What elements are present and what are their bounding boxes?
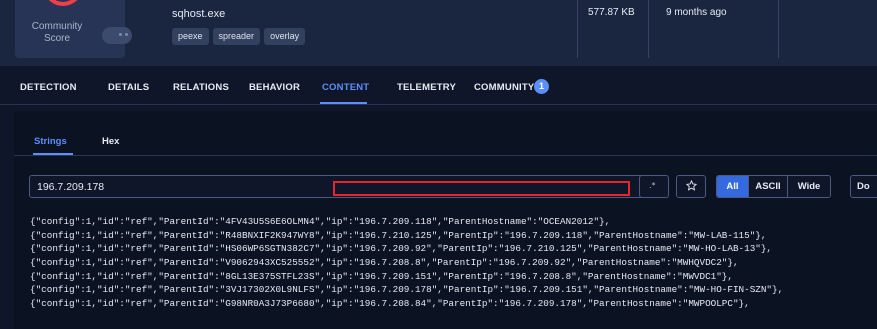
report-tabs: DETECTION DETAILS RELATIONS BEHAVIOR CON… bbox=[0, 74, 877, 104]
tab-detection[interactable]: DETECTION bbox=[20, 82, 77, 93]
subtab-divider bbox=[14, 155, 877, 156]
tabs-divider bbox=[0, 104, 877, 105]
file-name[interactable]: sqhost.exe bbox=[172, 8, 225, 20]
subtab-hex[interactable]: Hex bbox=[102, 136, 119, 147]
file-type-cell bbox=[778, 0, 877, 58]
tag-spreader[interactable]: spreader bbox=[212, 28, 261, 45]
star-icon bbox=[685, 179, 697, 194]
file-size-cell: 577.87 KB bbox=[577, 0, 648, 58]
community-score-card: Community Score bbox=[15, 0, 132, 58]
regex-toggle-button[interactable]: .* bbox=[639, 175, 669, 198]
tab-details[interactable]: DETAILS bbox=[108, 82, 149, 93]
tab-community[interactable]: COMMUNITY bbox=[474, 82, 534, 93]
string-line[interactable]: {"config":1,"id":"ref","ParentId":"4FV43… bbox=[30, 215, 877, 229]
string-line[interactable]: {"config":1,"id":"ref","ParentId":"3VJ17… bbox=[30, 283, 877, 297]
string-line[interactable]: {"config":1,"id":"ref","ParentId":"G98NR… bbox=[30, 297, 877, 311]
filter-all-button[interactable]: All bbox=[717, 176, 749, 197]
tag-overlay[interactable]: overlay bbox=[264, 28, 306, 45]
string-line[interactable]: {"config":1,"id":"ref","ParentId":"HS06W… bbox=[30, 242, 877, 256]
file-size: 577.87 KB bbox=[588, 7, 635, 18]
tab-relations[interactable]: RELATIONS bbox=[173, 82, 229, 93]
filter-wide-button[interactable]: Wide bbox=[788, 176, 830, 197]
download-button[interactable]: Do bbox=[850, 175, 877, 198]
string-line[interactable]: {"config":1,"id":"ref","ParentId":"8GL13… bbox=[30, 270, 877, 284]
detection-score-ring bbox=[43, 0, 83, 6]
file-tags: peexe spreader overlay bbox=[172, 28, 306, 45]
string-line[interactable]: {"config":1,"id":"ref","ParentId":"V9062… bbox=[30, 256, 877, 270]
string-line[interactable]: {"config":1,"id":"ref","ParentId":"R48BN… bbox=[30, 229, 877, 243]
last-analysis-age: 9 months ago bbox=[666, 7, 727, 18]
subtab-strings[interactable]: Strings bbox=[34, 136, 67, 147]
regex-icon: .* bbox=[648, 179, 660, 194]
tab-content[interactable]: CONTENT bbox=[322, 82, 369, 93]
community-vote-toggle[interactable] bbox=[102, 27, 132, 44]
svg-text:.*: .* bbox=[649, 181, 656, 190]
filter-ascii-button[interactable]: ASCII bbox=[749, 176, 788, 197]
file-header: Community Score sqhost.exe peexe spreade… bbox=[0, 0, 877, 66]
content-panel: Strings Hex .* All ASCII Wide Do {"confi… bbox=[14, 111, 877, 329]
community-score-label-2: Score bbox=[43, 33, 71, 44]
tab-telemetry[interactable]: TELEMETRY bbox=[397, 82, 456, 93]
strings-list: {"config":1,"id":"ref","ParentId":"4FV43… bbox=[30, 215, 877, 311]
favorite-button[interactable] bbox=[676, 175, 706, 198]
community-count-badge: 1 bbox=[534, 79, 549, 94]
last-analysis-cell: 9 months ago bbox=[648, 0, 778, 58]
encoding-filter: All ASCII Wide bbox=[716, 175, 831, 198]
tag-peexe[interactable]: peexe bbox=[172, 28, 209, 45]
highlight-annotation-box bbox=[333, 181, 630, 196]
community-score-label: Community bbox=[31, 21, 83, 32]
tab-behavior[interactable]: BEHAVIOR bbox=[249, 82, 300, 93]
